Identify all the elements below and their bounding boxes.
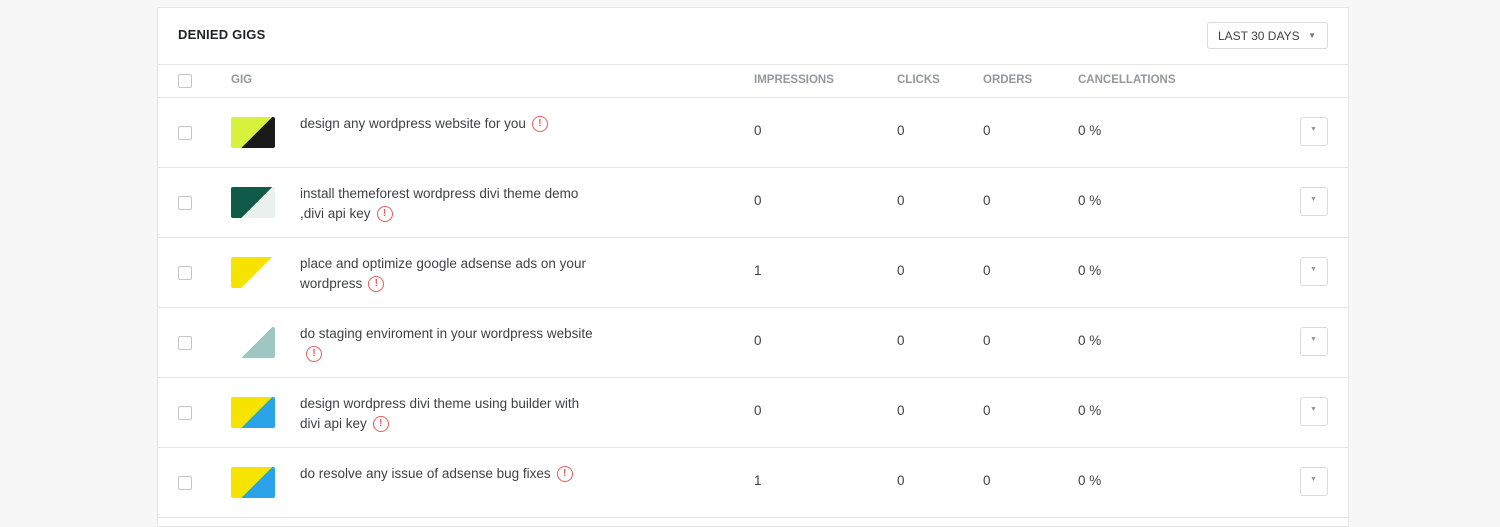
impressions-value: 0 xyxy=(754,193,762,208)
impressions-value: 0 xyxy=(754,123,762,138)
clicks-value: 0 xyxy=(897,193,905,208)
clicks-value: 0 xyxy=(897,403,905,418)
gig-title[interactable]: design any wordpress website for you xyxy=(300,116,526,131)
warning-icon[interactable]: ! xyxy=(372,416,389,433)
table-row: do resolve any issue of adsense bug fixe… xyxy=(158,448,1348,518)
warning-icon[interactable]: ! xyxy=(556,466,573,483)
gig-title-cell: do resolve any issue of adsense bug fixe… xyxy=(300,464,600,484)
orders-value: 0 xyxy=(983,193,991,208)
cancellations-value: 0 % xyxy=(1078,473,1102,488)
date-range-select[interactable]: LAST 30 DAYS ▼ xyxy=(1207,22,1328,49)
orders-value: 0 xyxy=(983,403,991,418)
warning-icon[interactable]: ! xyxy=(368,276,385,293)
panel-header: DENIED GIGS LAST 30 DAYS ▼ xyxy=(158,8,1348,65)
orders-value: 0 xyxy=(983,333,991,348)
col-orders: ORDERS xyxy=(983,74,1033,86)
row-checkbox[interactable] xyxy=(178,126,192,140)
orders-value: 0 xyxy=(983,473,991,488)
table-row: design wordpress divi theme using builde… xyxy=(158,378,1348,448)
clicks-value: 0 xyxy=(897,263,905,278)
clicks-value: 0 xyxy=(897,333,905,348)
gig-title-cell: do staging enviroment in your wordpress … xyxy=(300,324,600,364)
gig-title[interactable]: design wordpress divi theme using builde… xyxy=(300,396,579,431)
gig-title-cell: place and optimize google adsense ads on… xyxy=(300,254,600,294)
table-body: design any wordpress website for you! 0 … xyxy=(158,98,1348,518)
table-row: install themeforest wordpress divi theme… xyxy=(158,168,1348,238)
date-range-label: LAST 30 DAYS xyxy=(1218,28,1300,43)
select-all-checkbox[interactable] xyxy=(178,74,192,88)
gig-thumbnail[interactable] xyxy=(231,467,275,498)
gig-thumbnail[interactable] xyxy=(231,397,275,428)
row-actions-dropdown[interactable] xyxy=(1300,327,1328,356)
impressions-value: 1 xyxy=(754,473,762,488)
row-actions-dropdown[interactable] xyxy=(1300,397,1328,426)
gig-thumbnail[interactable] xyxy=(231,257,275,288)
cancellations-value: 0 % xyxy=(1078,403,1102,418)
gig-title-cell: install themeforest wordpress divi theme… xyxy=(300,184,600,224)
chevron-down-icon: ▼ xyxy=(1308,31,1316,40)
clicks-value: 0 xyxy=(897,123,905,138)
row-actions-dropdown[interactable] xyxy=(1300,187,1328,216)
gig-thumbnail[interactable] xyxy=(231,117,275,148)
table-row: place and optimize google adsense ads on… xyxy=(158,238,1348,308)
gig-title[interactable]: do resolve any issue of adsense bug fixe… xyxy=(300,466,551,481)
col-impressions: IMPRESSIONS xyxy=(754,74,834,86)
gig-title[interactable]: place and optimize google adsense ads on… xyxy=(300,256,586,291)
orders-value: 0 xyxy=(983,263,991,278)
table-row: do staging enviroment in your wordpress … xyxy=(158,308,1348,378)
warning-icon[interactable]: ! xyxy=(306,346,322,363)
row-checkbox[interactable] xyxy=(178,406,192,420)
row-actions-dropdown[interactable] xyxy=(1300,117,1328,146)
gig-title[interactable]: install themeforest wordpress divi theme… xyxy=(300,186,578,221)
row-actions-dropdown[interactable] xyxy=(1300,467,1328,496)
row-checkbox[interactable] xyxy=(178,196,192,210)
table-header: GIG IMPRESSIONS CLICKS ORDERS CANCELLATI… xyxy=(158,65,1348,98)
table-row: design any wordpress website for you! 0 … xyxy=(158,98,1348,168)
gig-title[interactable]: do staging enviroment in your wordpress … xyxy=(300,326,593,341)
denied-gigs-panel: DENIED GIGS LAST 30 DAYS ▼ GIG IMPRESSIO… xyxy=(157,7,1349,527)
gig-title-cell: design wordpress divi theme using builde… xyxy=(300,394,600,434)
impressions-value: 0 xyxy=(754,333,762,348)
cancellations-value: 0 % xyxy=(1078,193,1102,208)
gig-thumbnail[interactable] xyxy=(231,327,275,358)
warning-icon[interactable]: ! xyxy=(531,116,548,133)
gig-title-cell: design any wordpress website for you! xyxy=(300,114,600,134)
impressions-value: 0 xyxy=(754,403,762,418)
row-actions-dropdown[interactable] xyxy=(1300,257,1328,286)
cancellations-value: 0 % xyxy=(1078,263,1102,278)
impressions-value: 1 xyxy=(754,263,762,278)
col-gig: GIG xyxy=(231,74,253,86)
cancellations-value: 0 % xyxy=(1078,123,1102,138)
col-clicks: CLICKS xyxy=(897,74,940,86)
row-checkbox[interactable] xyxy=(178,336,192,350)
gig-thumbnail[interactable] xyxy=(231,187,275,218)
row-checkbox[interactable] xyxy=(178,476,192,490)
row-checkbox[interactable] xyxy=(178,266,192,280)
panel-title: DENIED GIGS xyxy=(178,27,266,42)
orders-value: 0 xyxy=(983,123,991,138)
col-cancellations: CANCELLATIONS xyxy=(1078,74,1176,86)
cancellations-value: 0 % xyxy=(1078,333,1102,348)
warning-icon[interactable]: ! xyxy=(376,206,393,223)
clicks-value: 0 xyxy=(897,473,905,488)
